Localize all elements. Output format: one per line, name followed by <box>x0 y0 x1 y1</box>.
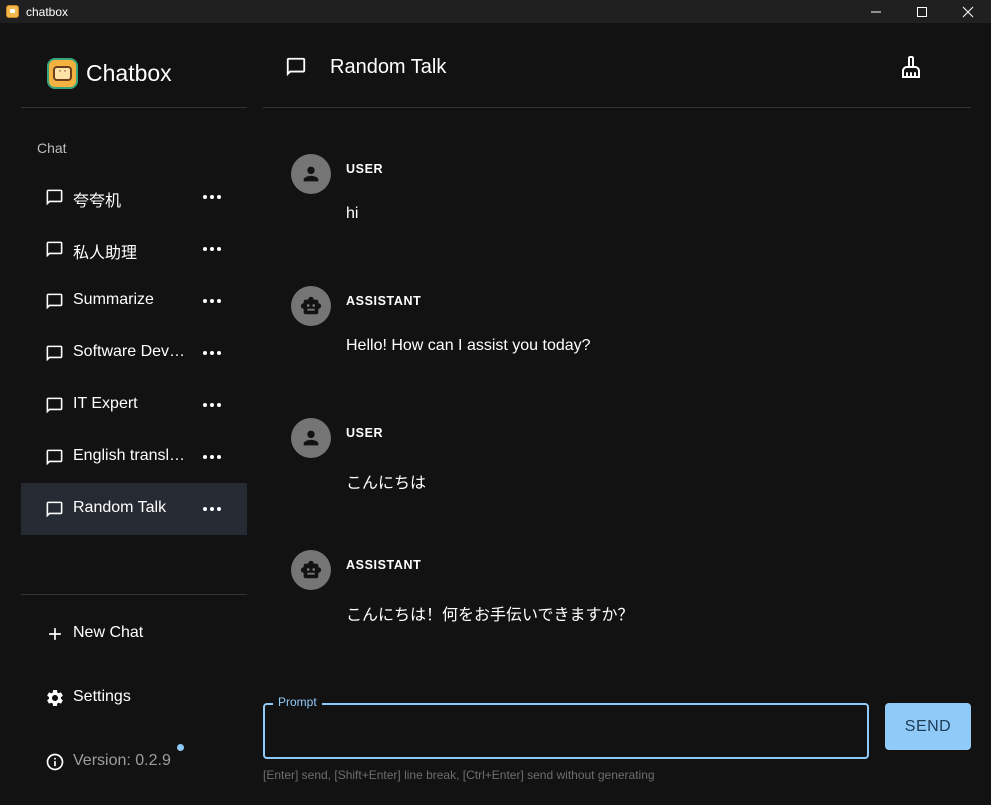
plus-icon <box>49 628 61 640</box>
prompt-field: Prompt <box>263 695 869 759</box>
settings-button[interactable]: Settings <box>21 678 247 718</box>
chat-item[interactable]: 私人助理 <box>21 223 247 275</box>
chat-item-label: 私人助理 <box>73 245 138 262</box>
sidebar-divider-bottom <box>21 594 247 595</box>
sidebar: Chatbox Chat 夸夸机 私人助理 Summarize Software… <box>21 23 247 805</box>
chat-item[interactable]: IT Expert <box>21 379 247 431</box>
sidebar-divider-top <box>21 107 247 108</box>
version-info[interactable]: Version: 0.2.9 <box>21 742 247 782</box>
chat-bubble-icon <box>46 241 63 258</box>
chat-bubble-icon <box>46 345 63 362</box>
more-options-button[interactable] <box>202 239 222 259</box>
chat-item[interactable]: English translator <box>21 431 247 483</box>
robot-icon <box>300 560 322 579</box>
more-horiz-icon <box>203 507 221 511</box>
chat-item-label: Random Talk <box>73 499 167 516</box>
close-button[interactable] <box>945 0 991 23</box>
new-chat-label: New Chat <box>73 624 144 641</box>
chat-bubble-icon <box>46 189 63 206</box>
message-content: hi <box>346 205 359 222</box>
more-options-button[interactable] <box>202 187 222 207</box>
message-role: ASSISTANT <box>346 294 422 308</box>
chat-bubble-icon <box>46 397 63 414</box>
chatbox-logo-icon <box>47 58 78 89</box>
message-role: USER <box>346 426 384 440</box>
message-content: Hello! How can I assist you today? <box>346 337 591 354</box>
app-icon <box>6 5 19 18</box>
send-button[interactable]: SEND <box>885 703 971 750</box>
brand: Chatbox <box>47 58 172 89</box>
window-titlebar: chatbox <box>0 0 991 23</box>
assistant-avatar <box>291 550 331 590</box>
minimize-button[interactable] <box>853 0 899 23</box>
user-avatar <box>291 418 331 458</box>
message-content: こんにちは <box>346 475 427 492</box>
minimize-icon <box>871 11 881 12</box>
more-horiz-icon <box>203 351 221 355</box>
close-icon <box>962 6 974 17</box>
chat-header: Random Talk <box>263 23 971 108</box>
chat-item-active[interactable]: Random Talk <box>21 483 247 535</box>
window-title: chatbox <box>26 4 69 19</box>
more-options-button[interactable] <box>202 291 222 311</box>
more-horiz-icon <box>203 455 221 459</box>
prompt-legend: Prompt <box>273 695 322 709</box>
chat-item[interactable]: Software Developer <box>21 327 247 379</box>
chat-title: Random Talk <box>330 56 447 78</box>
more-options-button[interactable] <box>202 395 222 415</box>
chat-bubble-icon <box>46 293 63 310</box>
chat-item-label: Summarize <box>73 291 154 308</box>
message-role: ASSISTANT <box>346 558 422 572</box>
assistant-avatar <box>291 286 331 326</box>
chat-item[interactable]: Summarize <box>21 275 247 327</box>
more-options-button[interactable] <box>202 499 222 519</box>
chat-bubble-icon <box>286 57 306 77</box>
clean-broom-button[interactable] <box>899 55 923 79</box>
update-badge-dot <box>177 744 184 751</box>
more-horiz-icon <box>203 403 221 407</box>
version-label: Version: 0.2.9 <box>73 752 171 769</box>
maximize-icon <box>917 6 927 17</box>
brand-name: Chatbox <box>86 60 172 86</box>
new-chat-button[interactable]: New Chat <box>21 614 247 654</box>
more-horiz-icon <box>203 299 221 303</box>
more-horiz-icon <box>203 195 221 199</box>
chat-bubble-icon <box>46 501 63 518</box>
maximize-button[interactable] <box>899 0 945 23</box>
window-controls <box>853 0 991 23</box>
chat-item-label: IT Expert <box>73 395 138 412</box>
user-avatar <box>291 154 331 194</box>
chat-item[interactable]: 夸夸机 <box>21 171 247 223</box>
chat-list: 夸夸机 私人助理 Summarize Software Developer IT… <box>21 171 247 535</box>
prompt-input[interactable] <box>277 719 857 743</box>
person-icon <box>303 430 319 446</box>
person-icon <box>303 166 319 182</box>
more-horiz-icon <box>203 247 221 251</box>
chat-section-label: Chat <box>37 140 67 156</box>
info-icon <box>46 753 64 771</box>
more-options-button[interactable] <box>202 343 222 363</box>
chat-item-label: Software Developer <box>73 343 191 360</box>
more-options-button[interactable] <box>202 447 222 467</box>
message-role: USER <box>346 162 384 176</box>
chat-item-label: 夸夸机 <box>73 193 122 210</box>
settings-label: Settings <box>73 688 131 705</box>
message-content: こんにちは！何をお手伝いできますか？ <box>346 607 634 624</box>
keyboard-hint: [Enter] send, [Shift+Enter] line break, … <box>263 768 655 782</box>
chat-bubble-icon <box>46 449 63 466</box>
gear-icon <box>47 690 63 706</box>
chat-item-label: English translator <box>73 447 191 464</box>
robot-icon <box>300 296 322 315</box>
